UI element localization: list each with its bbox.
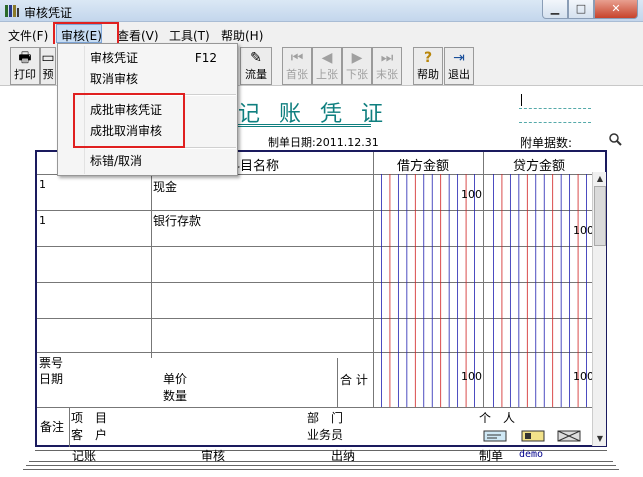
title-bar: 审核凭证 ▁ □ ✕ [0, 0, 643, 22]
credit-total: 100 [573, 370, 594, 383]
sig-cashier: 出纳 [331, 449, 356, 463]
print-button[interactable]: 🖶 打印 [10, 47, 40, 85]
customer-label: 客 户 [71, 428, 108, 442]
print-label: 打印 [14, 68, 36, 81]
sig-review: 审核 [201, 449, 226, 463]
preview-icon: ▭ [41, 50, 55, 66]
next-button[interactable]: ▶ 下张 [342, 47, 372, 85]
sig-bookkeeping: 记账 [72, 449, 97, 463]
scroll-down-icon[interactable]: ▼ [595, 434, 605, 444]
prev-icon: ◀ [321, 50, 333, 66]
minimize-button[interactable]: ▁ [542, 0, 568, 19]
menu-help[interactable]: 帮助(H) [221, 27, 263, 44]
maximize-button[interactable]: □ [568, 0, 594, 19]
total-label: 合 计 [340, 373, 368, 387]
magnifier-icon[interactable] [608, 132, 622, 146]
header-credit: 贷方金额 [513, 159, 566, 174]
attachment-count-label: 附单据数: [520, 136, 573, 150]
menu-tools[interactable]: 工具(T) [169, 27, 210, 44]
menu-view[interactable]: 查看(V) [117, 27, 159, 44]
menu-item-label: 标错/取消 [90, 154, 143, 168]
department-label: 部 门 [307, 411, 344, 425]
unit-price-label: 单价 [163, 372, 188, 386]
first-label: 首张 [286, 68, 308, 81]
sig-maker: 制单 [479, 449, 504, 463]
help-label: 帮助 [417, 68, 439, 81]
voucher-number-line-2 [519, 122, 591, 123]
row2-credit[interactable]: 100 [573, 224, 594, 237]
row1-debit[interactable]: 100 [461, 188, 482, 201]
ticket-no-label: 票号 [39, 356, 64, 370]
voucher-scrollbar[interactable]: ▲ ▼ [592, 172, 606, 446]
ticket-date-label: 日期 [39, 372, 64, 386]
grid-card-icon[interactable] [557, 430, 581, 442]
person-label: 个 人 [479, 411, 516, 425]
menu-item-shortcut: F12 [194, 51, 217, 65]
project-label: 项 目 [71, 411, 108, 425]
id-card-icon[interactable] [521, 430, 545, 442]
sig-maker-name: demo [519, 449, 544, 460]
text-cursor [521, 94, 522, 106]
app-icon [5, 5, 19, 17]
preview-label: 预 [42, 68, 54, 81]
row2-summary[interactable]: 1 [39, 214, 46, 227]
amount-grid [381, 174, 587, 407]
voucher-title-underline [236, 124, 371, 127]
exit-label: 退出 [448, 68, 470, 81]
prev-label: 上张 [316, 68, 338, 81]
paper-edge [26, 465, 616, 466]
row1-summary[interactable]: 1 [39, 178, 46, 191]
debit-total: 100 [461, 370, 482, 383]
batch-items-red-highlight [73, 93, 185, 148]
next-label: 下张 [346, 68, 368, 81]
menu-item-mark-error[interactable]: 标错/取消 [59, 151, 237, 172]
remarks-label: 备注 [40, 420, 65, 434]
printer-icon: 🖶 [18, 50, 32, 66]
row2-account[interactable]: 银行存款 [153, 212, 201, 229]
help-button[interactable]: ? 帮助 [413, 47, 443, 85]
scroll-thumb[interactable] [594, 186, 606, 246]
close-button[interactable]: ✕ [594, 0, 638, 19]
menu-item-cancel-review[interactable]: 取消审核 [59, 69, 237, 90]
voucher-number-line [519, 108, 591, 109]
pencil-icon: ✎ [250, 50, 262, 66]
prev-button[interactable]: ◀ 上张 [312, 47, 342, 85]
voucher-date: 制单日期:2011.12.31 [268, 136, 379, 149]
next-icon: ▶ [351, 50, 363, 66]
help-icon: ? [423, 50, 433, 66]
flow-button[interactable]: ✎ 流量 [240, 47, 272, 85]
flow-label: 流量 [245, 68, 267, 81]
menu-file[interactable]: 文件(F) [8, 27, 48, 44]
scroll-up-icon[interactable]: ▲ [595, 174, 605, 184]
quantity-label: 数量 [163, 389, 188, 403]
header-debit: 借方金额 [397, 159, 450, 174]
preview-button[interactable]: ▭ 预 [40, 47, 56, 85]
last-label: 末张 [376, 68, 398, 81]
paper-edge [29, 461, 613, 462]
window-title: 审核凭证 [24, 6, 73, 20]
menu-item-review-voucher[interactable]: 审核凭证 F12 [59, 48, 237, 69]
exit-button[interactable]: ⇥ 退出 [444, 47, 474, 85]
paper-edge [23, 469, 619, 470]
card-icon[interactable] [483, 430, 507, 442]
menu-item-label: 取消审核 [90, 72, 139, 86]
last-icon: ⏭ [380, 50, 394, 66]
voucher-table: 科目名称 借方金额 贷方金额 1 现金 100 1 银行存款 100 票号 日期… [35, 150, 607, 447]
first-icon: ⏮ [290, 50, 304, 66]
exit-door-icon: ⇥ [453, 50, 465, 66]
row1-account[interactable]: 现金 [153, 178, 177, 195]
last-button[interactable]: ⏭ 末张 [372, 47, 402, 85]
staff-label: 业务员 [307, 428, 344, 442]
menu-item-label: 审核凭证 [90, 51, 139, 65]
first-button[interactable]: ⏮ 首张 [282, 47, 312, 85]
